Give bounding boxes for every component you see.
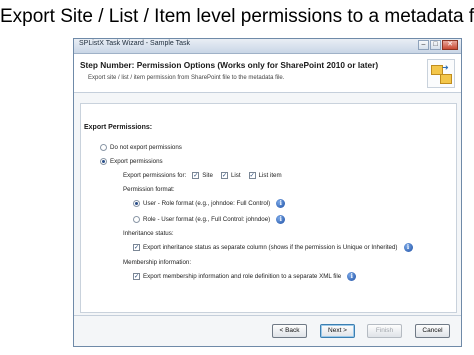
user-role-format-radio[interactable]: User - Role format (e.g., johndoe: Full …	[133, 199, 286, 208]
export-permissions-label: Export Permissions:	[84, 124, 153, 131]
inheritance-option[interactable]: ✓ Export inheritance status as separate …	[133, 243, 413, 252]
membership-option-label: Export membership information and role d…	[143, 273, 342, 280]
step-description: Export site / list / item permission fro…	[88, 75, 285, 81]
radio-off[interactable]	[133, 216, 140, 223]
close-button[interactable]: ✕	[442, 40, 458, 50]
user-role-format-label: User - Role format (e.g., johndoe: Full …	[143, 200, 271, 207]
export-permissions-radio[interactable]: Export permissions	[100, 158, 163, 165]
slide-title: Export Site / List / Item level permissi…	[0, 6, 474, 27]
radio-on[interactable]	[100, 158, 107, 165]
cancel-button[interactable]: Cancel	[415, 324, 450, 338]
do-not-export-label: Do not export permissions	[110, 144, 182, 151]
permissions-for-row: Export permissions for: ✓ Site ✓ List ✓ …	[123, 172, 282, 179]
list-item-label: List item	[258, 172, 282, 179]
radio-on[interactable]	[133, 200, 140, 207]
do-not-export-radio[interactable]: Do not export permissions	[100, 144, 182, 151]
role-user-format-radio[interactable]: Role - User format (e.g., Full Control: …	[133, 215, 286, 224]
next-button[interactable]: Next >	[320, 324, 355, 338]
info-icon[interactable]: i	[403, 243, 413, 252]
export-folders-icon: ➜	[427, 59, 455, 88]
back-button[interactable]: < Back	[272, 324, 307, 338]
list-checkbox[interactable]: ✓	[220, 172, 228, 179]
export-permissions-option-label: Export permissions	[110, 158, 163, 165]
permissions-for-label: Export permissions for:	[123, 172, 187, 179]
site-checkbox[interactable]: ✓	[192, 172, 200, 179]
footer-divider	[74, 315, 461, 316]
role-user-format-label: Role - User format (e.g., Full Control: …	[143, 216, 271, 223]
window-title: SPListX Task Wizard - Sample Task	[79, 40, 191, 47]
step-title: Step Number: Permission Options (Works o…	[80, 60, 379, 70]
membership-info-label: Membership information:	[123, 259, 192, 266]
inheritance-option-label: Export inheritance status as separate co…	[143, 244, 398, 251]
info-icon[interactable]: i	[276, 215, 286, 224]
site-label: Site	[202, 172, 213, 179]
radio-off[interactable]	[100, 144, 107, 151]
permission-format-label: Permission format:	[123, 186, 175, 193]
window-controls: – □ ✕	[418, 40, 458, 50]
minimize-button[interactable]: –	[418, 40, 429, 50]
folder-icon	[440, 74, 452, 84]
arrow-right-icon: ➜	[442, 63, 449, 72]
info-icon[interactable]: i	[347, 272, 357, 281]
info-icon[interactable]: i	[276, 199, 286, 208]
membership-checkbox[interactable]: ✓	[133, 273, 140, 280]
membership-option[interactable]: ✓ Export membership information and role…	[133, 272, 357, 281]
list-item-checkbox[interactable]: ✓	[248, 172, 256, 179]
list-label: List	[230, 172, 241, 179]
maximize-button[interactable]: □	[430, 40, 441, 50]
wizard-header: Step Number: Permission Options (Works o…	[74, 54, 461, 93]
inheritance-status-label: Inheritance status:	[123, 230, 174, 237]
window-titlebar[interactable]: SPListX Task Wizard - Sample Task – □ ✕	[74, 39, 461, 54]
wizard-window: SPListX Task Wizard - Sample Task – □ ✕ …	[73, 38, 462, 347]
inheritance-checkbox[interactable]: ✓	[133, 244, 140, 251]
finish-button: Finish	[367, 324, 402, 338]
options-panel: Export Permissions: Do not export permis…	[80, 103, 457, 313]
